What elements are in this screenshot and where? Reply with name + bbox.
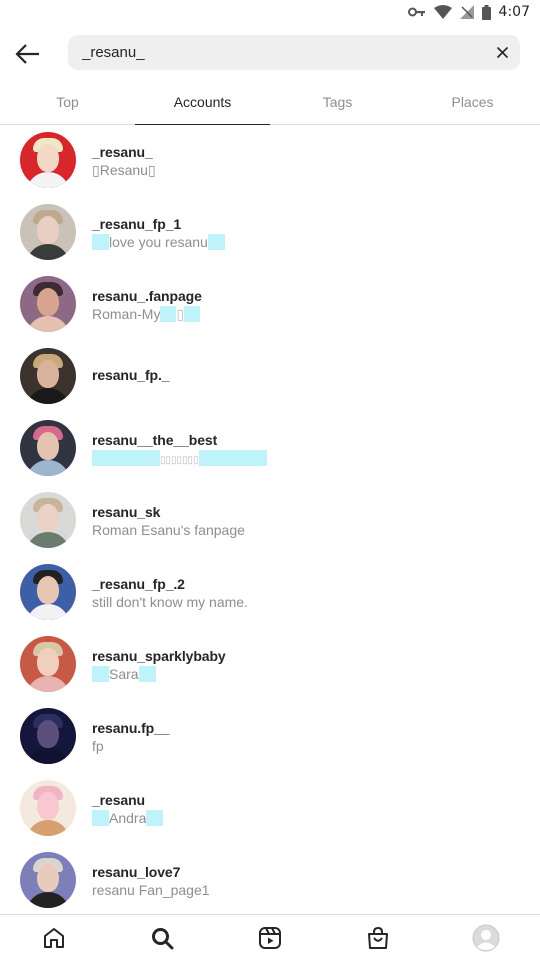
nav-reels[interactable] [216,915,324,961]
avatar [20,708,76,764]
account-full-name: fp [92,738,104,754]
avatar [20,420,76,476]
account-row[interactable]: resanu__the__best ▯▯▯▯▯▯▯ [0,412,540,484]
battery-icon [481,4,491,20]
account-username: resanu_fp._ [92,367,170,383]
avatar [20,132,76,188]
search-icon [152,928,174,950]
shop-icon [368,926,388,949]
account-username: _resanu [92,792,145,808]
account-username: resanu__the__best [92,432,218,448]
nav-search[interactable] [108,915,216,961]
account-username: _resanu_ [92,144,153,160]
profile-avatar [472,924,500,952]
avatar [20,780,76,836]
reels-icon [259,927,281,949]
search-tabs: Top Accounts Tags Places [0,84,540,125]
account-username: resanu_love7 [92,864,181,880]
account-row[interactable]: resanu.fp__ fp [0,700,540,772]
key-icon [407,7,425,17]
account-row[interactable]: _resanu_fp_.2 still don't know my name. [0,556,540,628]
account-row[interactable]: resanu_fp._ [0,340,540,412]
search-box [68,35,520,70]
home-icon [44,928,64,948]
nav-shop[interactable] [324,915,432,961]
nav-home[interactable] [0,915,108,961]
account-username: _resanu_fp_.2 [92,576,185,592]
avatar [20,852,76,908]
search-header [0,24,540,84]
account-row[interactable]: _resanu Andra [0,772,540,844]
account-username: resanu_.fanpage [92,288,202,304]
avatar [20,492,76,548]
tab-tags[interactable]: Tags [270,84,405,124]
account-full-name: love you resanu [92,234,225,250]
account-username: resanu.fp__ [92,720,170,736]
account-full-name: Roman Esanu's fanpage [92,522,245,538]
avatar [20,636,76,692]
status-bar: 4:07 [0,0,540,24]
nav-profile[interactable] [432,915,540,961]
account-username: _resanu_fp_1 [92,216,182,232]
account-full-name: ▯Resanu▯ [92,162,156,178]
account-username: resanu_sparklybaby [92,648,226,664]
account-full-name: still don't know my name. [92,594,248,610]
account-username: resanu_sk [92,504,161,520]
account-full-name: resanu Fan_page1 [92,882,210,898]
avatar [20,276,76,332]
status-icons: 4:07 [407,4,530,20]
tab-places[interactable]: Places [405,84,540,124]
account-full-name: Andra [92,810,164,826]
back-button[interactable] [12,40,44,68]
wifi-icon [433,5,452,19]
account-results-list: _resanu_ ▯Resanu▯ _resanu_fp_1 love you … [0,124,540,916]
account-row[interactable]: resanu_.fanpage Roman-My ▯ [0,268,540,340]
account-full-name: Sara [92,666,156,682]
account-full-name: ▯▯▯▯▯▯▯ [92,450,267,466]
bottom-nav [0,914,540,961]
avatar [20,204,76,260]
account-row[interactable]: resanu_sparklybaby Sara [0,628,540,700]
tab-top[interactable]: Top [0,84,135,124]
arrow-left-icon [15,44,39,64]
account-full-name: Roman-My ▯ [92,306,201,323]
account-row[interactable]: resanu_sk Roman Esanu's fanpage [0,484,540,556]
search-input[interactable] [82,35,482,70]
account-row[interactable]: resanu_love7 resanu Fan_page1 [0,844,540,916]
account-row[interactable]: _resanu_fp_1 love you resanu [0,196,540,268]
avatar [20,564,76,620]
account-row[interactable]: _resanu_ ▯Resanu▯ [0,124,540,196]
avatar [20,348,76,404]
status-time: 4:07 [498,4,530,20]
tab-accounts[interactable]: Accounts [135,84,270,125]
clear-search-button[interactable] [495,45,510,60]
signal-icon [459,5,474,19]
close-icon [496,46,509,59]
